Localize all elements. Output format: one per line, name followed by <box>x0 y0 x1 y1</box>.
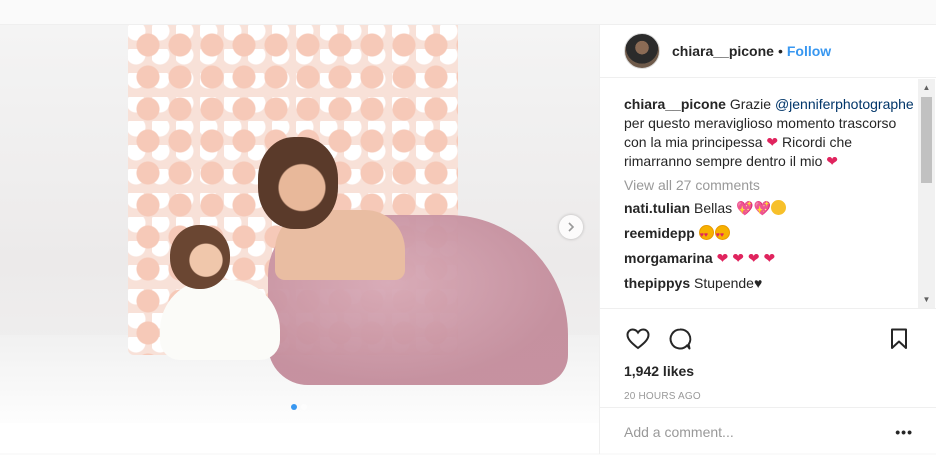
chevron-right-icon <box>568 222 575 232</box>
avatar[interactable] <box>624 33 660 69</box>
comment-item: morgamarina ❤ ❤ ❤ ❤ <box>624 249 917 268</box>
comment-text: Stupende <box>690 275 754 291</box>
carousel-dot-active <box>291 404 297 410</box>
caption-text-before: Grazie <box>725 96 775 112</box>
speech-bubble-icon <box>669 328 692 350</box>
post-timestamp[interactable]: 20 HOURS AGO <box>624 391 913 402</box>
heart-emoji-icon: ❤ <box>766 134 779 150</box>
comment-username[interactable]: thepippys <box>624 275 690 291</box>
add-comment-input[interactable] <box>624 423 896 440</box>
photo-mother-head <box>258 137 338 229</box>
comment-button[interactable] <box>666 325 694 353</box>
comment-username[interactable]: morgamarina <box>624 250 713 266</box>
heart-eyes-emoji-icon <box>714 225 730 245</box>
caption: chiara__picone Grazie @jenniferphotograp… <box>624 95 917 171</box>
like-button[interactable] <box>624 325 652 353</box>
heart-emoji-icon: ❤ <box>716 250 729 266</box>
photo-girl-dress <box>160 280 280 360</box>
post-header: chiara__picone • Follow <box>600 25 936 78</box>
post-photo[interactable] <box>0 25 599 423</box>
heart-emoji-icon: ❤ <box>747 250 760 266</box>
comment-text: Bellas <box>690 200 737 216</box>
comment-item: reemidepp <box>624 224 917 245</box>
header-username[interactable]: chiara__picone <box>672 43 774 59</box>
photo-girl-head <box>170 225 230 289</box>
bookmark-icon <box>891 328 907 349</box>
caption-mention[interactable]: @jenniferphotographe <box>775 96 914 112</box>
sparkle-heart-emoji-icon: 💖 <box>753 200 771 216</box>
heart-icon <box>626 328 650 350</box>
comments-scrollbar[interactable]: ▲ ▼ <box>918 79 935 308</box>
carousel-indicator <box>291 404 307 410</box>
action-icons-row <box>624 319 913 359</box>
follow-button[interactable]: Follow <box>787 43 831 59</box>
scroll-up-arrow-icon[interactable]: ▲ <box>918 79 935 96</box>
comment-username[interactable]: reemidepp <box>624 225 695 241</box>
add-comment-bar: ••• <box>600 407 936 455</box>
black-heart-emoji-icon: ♥ <box>753 275 763 291</box>
sparkle-heart-emoji-icon: 💖 <box>736 200 754 216</box>
comments-list: chiara__picone Grazie @jenniferphotograp… <box>600 79 936 308</box>
caption-text-after: per questo meraviglioso momento trascors… <box>624 115 897 150</box>
post-card: chiara__picone • Follow chiara__picone G… <box>0 24 936 454</box>
more-options-icon[interactable]: ••• <box>895 424 913 440</box>
scroll-thumb[interactable] <box>921 97 932 183</box>
scroll-down-arrow-icon[interactable]: ▼ <box>918 291 935 308</box>
kiss-face-emoji-icon <box>770 200 786 215</box>
post-sidebar: chiara__picone • Follow chiara__picone G… <box>599 25 936 454</box>
heart-eyes-emoji-icon <box>698 225 714 245</box>
comment-username[interactable]: nati.tulian <box>624 200 690 216</box>
caption-username[interactable]: chiara__picone <box>624 96 726 112</box>
save-button[interactable] <box>885 325 913 353</box>
next-photo-button[interactable] <box>559 215 583 239</box>
likes-count[interactable]: 1,942 likes <box>624 363 913 379</box>
comment-item: thepippys Stupende♥ <box>624 274 917 293</box>
heart-emoji-icon: ❤ <box>732 250 744 266</box>
carousel-dot <box>301 404 307 410</box>
post-actions: 1,942 likes 20 HOURS AGO ••• <box>600 308 936 454</box>
heart-emoji-icon: ❤ <box>826 153 839 169</box>
comment-item: nati.tulian Bellas 💖💖 <box>624 199 917 218</box>
heart-emoji-icon: ❤ <box>763 250 776 266</box>
view-all-comments-link[interactable]: View all 27 comments <box>624 177 917 193</box>
header-separator: • <box>777 43 783 59</box>
